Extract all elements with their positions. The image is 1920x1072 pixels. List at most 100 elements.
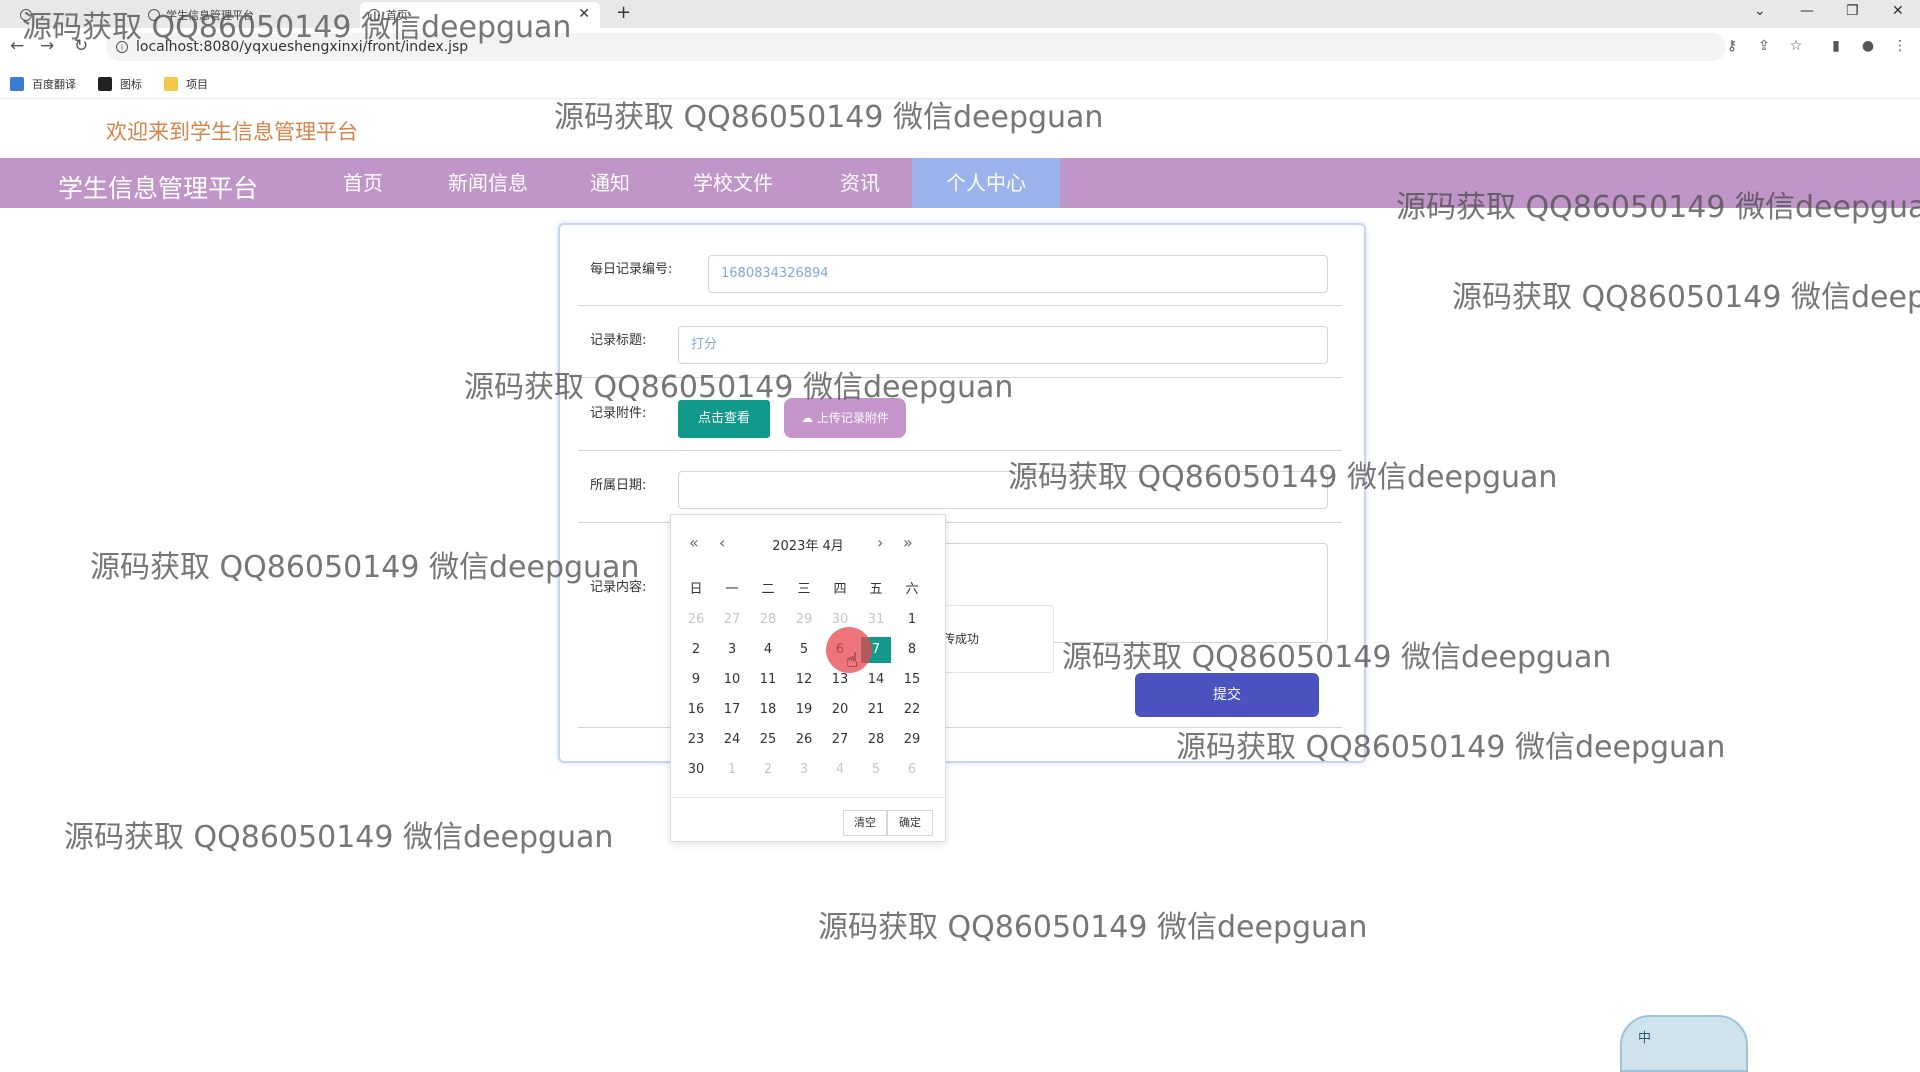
weekday-header: 四: [833, 582, 847, 597]
weekday-header: 三: [797, 582, 811, 597]
date-cell[interactable]: 23: [681, 727, 711, 753]
close-window-icon[interactable]: ✕: [1892, 3, 1904, 19]
nav-school-files[interactable]: 学校文件: [658, 158, 808, 208]
watermark: 源码获取 QQ86050149 微信deepguan: [90, 550, 640, 585]
date-cell[interactable]: 4: [825, 757, 855, 783]
date-cell[interactable]: 27: [717, 607, 747, 633]
watermark: 源码获取 QQ86050149 微信deepguan: [1396, 190, 1920, 225]
bookmark-label: 百度翻译: [32, 78, 76, 91]
nav-info[interactable]: 资讯: [808, 158, 912, 208]
nav-news[interactable]: 新闻信息: [414, 158, 562, 208]
bookmark-label: 项目: [186, 78, 208, 91]
nav-notice[interactable]: 通知: [562, 158, 658, 208]
date-cell[interactable]: 29: [789, 607, 819, 633]
share-icon[interactable]: ⇪: [1756, 38, 1772, 54]
date-cell[interactable]: 27: [825, 727, 855, 753]
date-cell[interactable]: 15: [897, 667, 927, 693]
upload-label: 上传记录附件: [816, 411, 889, 425]
sidepanel-icon[interactable]: ▮: [1828, 38, 1844, 54]
watermark: 源码获取 QQ86050149 微信deepguan: [1176, 730, 1726, 765]
date-cell[interactable]: 6: [897, 757, 927, 783]
date-cell[interactable]: 24: [717, 727, 747, 753]
minimize-icon[interactable]: —: [1800, 3, 1814, 19]
date-picker: « ‹ 2023年 4月 › » 日一二三四五六 26 27 28 29 30 31 1 2 3 4…: [670, 514, 946, 842]
image-icon: [98, 77, 112, 91]
date-cell[interactable]: 29: [897, 727, 927, 753]
welcome-text: 欢迎来到学生信息管理平台: [106, 120, 358, 144]
date-cell[interactable]: 28: [753, 607, 783, 633]
date-cell[interactable]: 21: [861, 697, 891, 723]
date-cell[interactable]: 2: [681, 637, 711, 663]
date-cell[interactable]: 10: [717, 667, 747, 693]
date-cell[interactable]: 8: [897, 637, 927, 663]
date-cell[interactable]: 26: [681, 607, 711, 633]
date-cell[interactable]: 5: [861, 757, 891, 783]
divider: [671, 797, 945, 798]
menu-icon[interactable]: ⋮: [1892, 38, 1908, 54]
next-year-icon[interactable]: »: [903, 533, 913, 552]
date-cell[interactable]: 14: [861, 667, 891, 693]
date-cell[interactable]: 1: [897, 607, 927, 633]
clear-button[interactable]: 清空: [843, 810, 887, 836]
date-cell[interactable]: 18: [753, 697, 783, 723]
date-cell[interactable]: 11: [753, 667, 783, 693]
date-cell[interactable]: 28: [861, 727, 891, 753]
next-month-icon[interactable]: ›: [877, 533, 883, 552]
close-tab-icon[interactable]: ✕: [578, 6, 590, 22]
date-cell[interactable]: 2: [753, 757, 783, 783]
record-no-input[interactable]: 1680834326894: [708, 255, 1328, 293]
site-brand[interactable]: 学生信息管理平台: [58, 169, 258, 205]
ime-label: 中: [1638, 1031, 1652, 1046]
bookmark-item[interactable]: 图标: [98, 76, 142, 92]
date-cell[interactable]: 3: [717, 637, 747, 663]
hand-cursor-icon: ☝: [846, 648, 859, 672]
date-cell[interactable]: 17: [717, 697, 747, 723]
watermark: 源码获取 QQ86050149 微信deepguan: [1062, 640, 1612, 675]
date-label: 所属日期:: [590, 478, 647, 493]
date-cell[interactable]: 20: [825, 697, 855, 723]
watermark: 源码获取 QQ86050149 微信deepguan: [1008, 460, 1558, 495]
date-cell[interactable]: 22: [897, 697, 927, 723]
date-cell[interactable]: 19: [789, 697, 819, 723]
confirm-button[interactable]: 确定: [887, 810, 933, 836]
tab-search-icon[interactable]: ⌄: [1754, 3, 1766, 19]
date-cell[interactable]: 4: [753, 637, 783, 663]
translate-icon: [10, 77, 24, 91]
bookmark-item[interactable]: 项目: [164, 76, 208, 92]
restore-icon[interactable]: ❐: [1846, 3, 1859, 19]
profile-icon[interactable]: ●: [1860, 38, 1876, 54]
date-cell[interactable]: 5: [789, 637, 819, 663]
record-no-label: 每日记录编号:: [590, 262, 673, 277]
title-label: 记录标题:: [590, 333, 647, 348]
date-cell[interactable]: 1: [717, 757, 747, 783]
submit-button[interactable]: 提交: [1135, 673, 1319, 717]
date-cell[interactable]: 16: [681, 697, 711, 723]
date-cell[interactable]: 26: [789, 727, 819, 753]
bookmark-item[interactable]: 百度翻译: [10, 76, 76, 92]
divider: [578, 305, 1342, 306]
date-cell[interactable]: 30: [681, 757, 711, 783]
watermark: 源码获取 QQ86050149 微信deepguan: [1452, 280, 1920, 315]
weekday-header: 一: [725, 582, 739, 597]
star-icon[interactable]: ☆: [1788, 38, 1804, 54]
date-cell[interactable]: 25: [753, 727, 783, 753]
watermark: 源码获取 QQ86050149 微信deepguan: [818, 910, 1368, 945]
date-cell[interactable]: 3: [789, 757, 819, 783]
date-cell[interactable]: 12: [789, 667, 819, 693]
weekday-header: 五: [869, 582, 883, 597]
new-tab-icon[interactable]: +: [616, 2, 631, 23]
bookmark-label: 图标: [120, 78, 142, 91]
nav-home[interactable]: 首页: [312, 158, 414, 208]
divider: [578, 450, 1342, 451]
date-cell[interactable]: 31: [861, 607, 891, 633]
key-icon[interactable]: ⚷: [1724, 38, 1740, 54]
ime-floating-widget[interactable]: 中: [1620, 1015, 1748, 1072]
folder-icon: [164, 77, 178, 91]
date-picker-header: « ‹ 2023年 4月 › »: [671, 515, 945, 571]
weekday-header: 日: [689, 582, 703, 597]
watermark: 源码获取 QQ86050149 微信deepguan: [464, 370, 1014, 405]
nav-personal-center[interactable]: 个人中心: [912, 158, 1060, 208]
date-cell[interactable]: 9: [681, 667, 711, 693]
title-input[interactable]: 打分: [678, 326, 1328, 364]
watermark: 源码获取 QQ86050149 微信deepguan: [64, 820, 614, 855]
